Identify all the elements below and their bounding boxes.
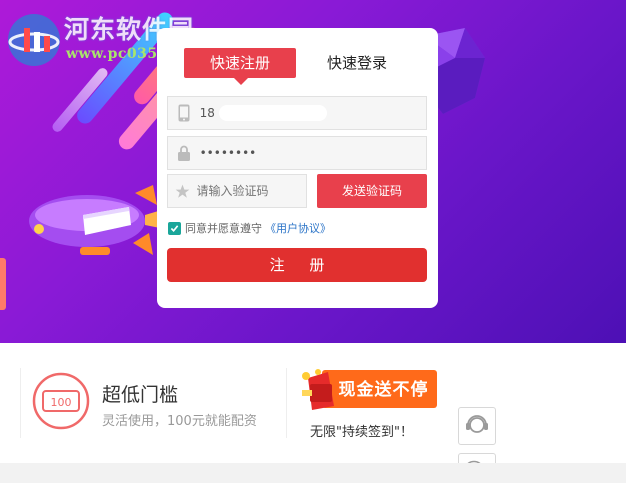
feature-cash-title: 现金送不停 <box>338 380 429 400</box>
divider <box>20 368 21 438</box>
lock-icon <box>168 137 200 169</box>
star-icon <box>168 175 197 207</box>
money-icon: 100 <box>32 372 90 430</box>
agreement-text: 同意并愿意遵守 <box>185 222 262 235</box>
feature-low-barrier-title: 超低门槛 <box>102 384 179 406</box>
redaction-mask <box>219 105 327 121</box>
footer-bar <box>0 463 626 483</box>
feature-cash-subtitle: 无限"持续签到"！ <box>310 425 413 440</box>
password-field[interactable] <box>167 136 427 170</box>
feature-low-barrier-subtitle: 灵活使用，100元就能配资 <box>102 414 257 429</box>
checkbox-checked-icon[interactable] <box>168 221 181 235</box>
customer-service-button[interactable] <box>458 407 496 445</box>
register-button[interactable]: 注 册 <box>167 248 427 282</box>
phone-icon <box>168 97 200 129</box>
password-input[interactable] <box>199 137 426 169</box>
register-card: 快速注册 快速登录 发送验证码 同意并愿意遵守 《用户协议》 注 册 <box>157 28 438 308</box>
agreement-row: 同意并愿意遵守 《用户协议》 <box>168 220 331 236</box>
watermark-logo <box>8 14 60 66</box>
money-icon-number: 100 <box>51 396 72 409</box>
tab-quick-login[interactable]: 快速登录 <box>307 48 407 78</box>
verify-code-input[interactable] <box>196 175 306 207</box>
tab-quick-register[interactable]: 快速注册 <box>184 48 296 85</box>
send-code-button[interactable]: 发送验证码 <box>317 174 427 208</box>
side-tab[interactable] <box>0 258 6 310</box>
divider <box>286 368 287 438</box>
customer-service-icon <box>464 411 490 441</box>
verify-code-field[interactable] <box>167 174 307 208</box>
user-agreement-link[interactable]: 《用户协议》 <box>265 220 331 236</box>
